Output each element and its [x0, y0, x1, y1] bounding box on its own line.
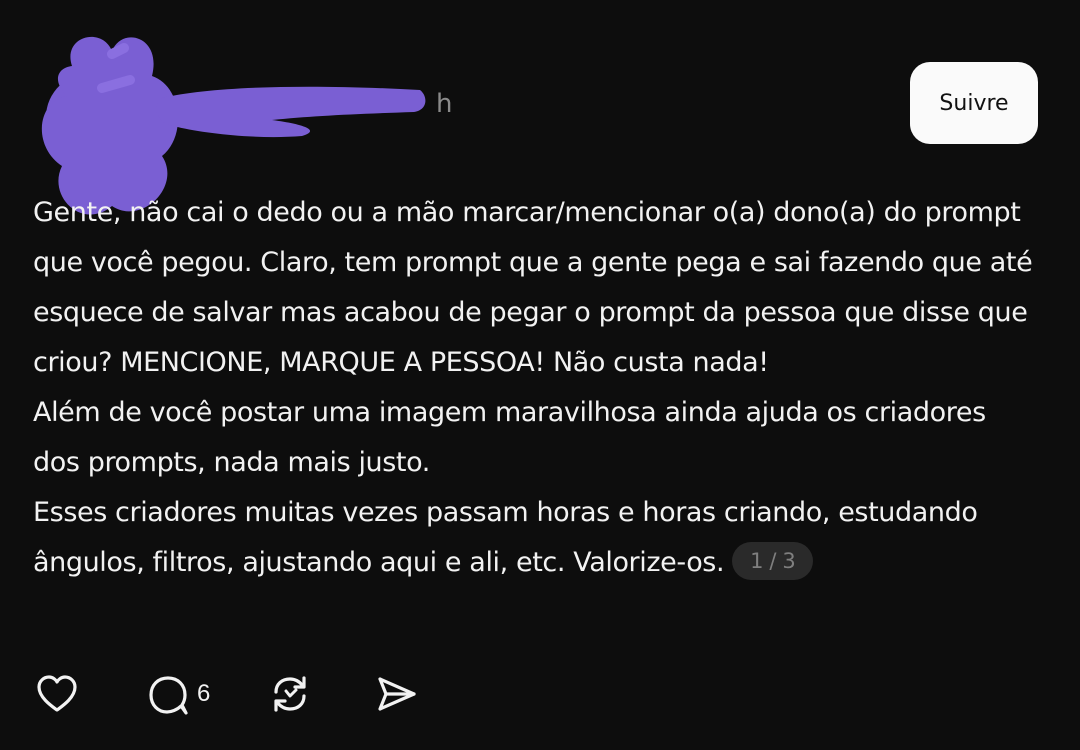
username-redaction — [156, 86, 426, 138]
repost-button[interactable] — [266, 670, 314, 718]
avatar-image — [46, 72, 142, 162]
post-paragraph: Gente, não cai o dedo ou a mão marcar/me… — [33, 197, 1033, 378]
send-icon — [372, 670, 420, 718]
post-paragraph: Esses criadores muitas vezes passam hora… — [33, 488, 1033, 588]
post-paragraph-text: Esses criadores muitas vezes passam hora… — [33, 497, 978, 578]
post: h Suivre Gente, não cai o dedo ou a mão … — [0, 0, 1080, 750]
comment-count: 6 — [197, 680, 211, 707]
heart-icon — [33, 670, 81, 718]
share-button[interactable] — [372, 670, 420, 718]
comment-bubble-icon — [145, 670, 193, 718]
action-bar: 6 — [33, 668, 420, 720]
repost-icon — [266, 670, 314, 718]
follow-button[interactable]: Suivre — [910, 62, 1038, 144]
post-paragraph: Além de você postar uma imagem maravilho… — [33, 397, 986, 478]
like-button[interactable] — [33, 670, 81, 718]
comment-button[interactable]: 6 — [145, 670, 210, 718]
post-body: Gente, não cai o dedo ou a mão marcar/me… — [33, 188, 1033, 588]
post-timestamp: h — [436, 89, 453, 119]
page-indicator[interactable]: 1 / 3 — [732, 542, 814, 580]
avatar[interactable] — [41, 36, 179, 215]
